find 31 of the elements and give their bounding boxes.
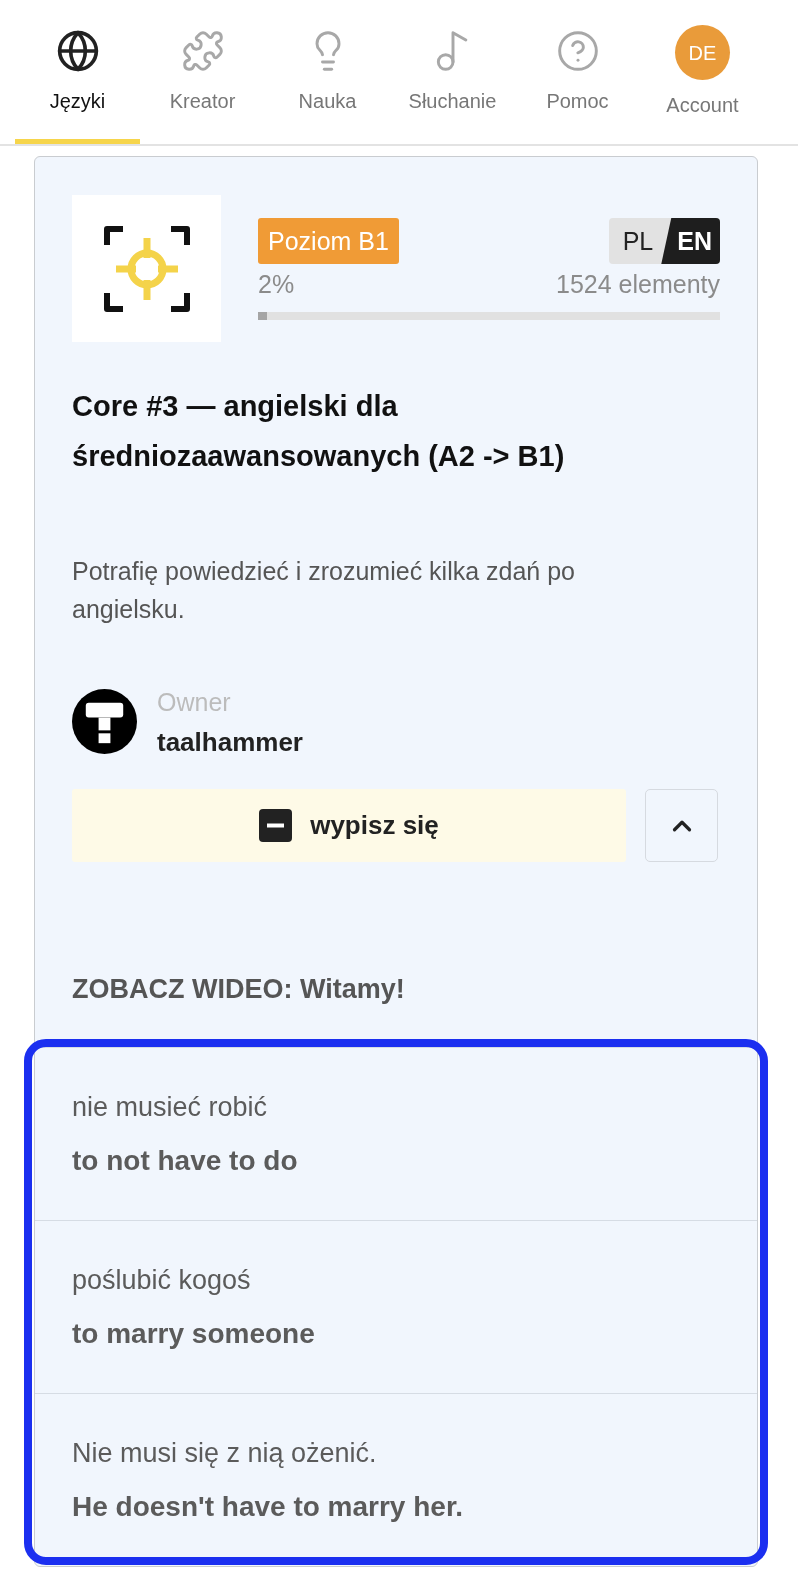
crosshair-icon bbox=[103, 225, 190, 312]
phrase-translation: He doesn't have to marry her. bbox=[72, 1490, 464, 1524]
owner-name: taalhammer bbox=[157, 728, 303, 756]
phrase-translation: to not have to do bbox=[72, 1144, 299, 1178]
minus-square-icon bbox=[259, 809, 293, 842]
nav-tab[interactable]: Słuchanie bbox=[390, 0, 515, 144]
help-icon bbox=[555, 29, 600, 73]
course-title: Core #3 — angielski dla średniozaawansowanych (A2 -> B1) bbox=[72, 389, 566, 474]
language-option[interactable]: EN bbox=[661, 218, 720, 264]
watch-video-link[interactable]: ZOBACZ WIDEO: Witamy! bbox=[72, 974, 405, 1004]
course-description: Potrafię powiedzieć i zrozumieć kilka zdań po angielsku. bbox=[72, 556, 576, 625]
nav-tab[interactable]: DE Account bbox=[640, 0, 765, 144]
globe-icon bbox=[55, 29, 100, 73]
nav-tab[interactable]: Pomoc bbox=[515, 0, 640, 144]
nav-tab[interactable]: Kreator bbox=[140, 0, 265, 144]
level-badge: Poziom B1 bbox=[258, 218, 399, 264]
item-count: 1524 elementy bbox=[556, 272, 720, 296]
language-option[interactable]: PL bbox=[608, 218, 664, 264]
account-avatar: DE bbox=[675, 25, 730, 80]
phrase-source: nie musieć robić bbox=[72, 1091, 269, 1123]
nav-tab[interactable]: Języki bbox=[15, 0, 140, 144]
nav-tab[interactable]: Nauka bbox=[265, 0, 390, 144]
phrase-translation: to marry someone bbox=[72, 1317, 316, 1351]
collapse-button[interactable] bbox=[645, 789, 718, 862]
progress-percent: 2% bbox=[258, 272, 295, 296]
phrase-source: poślubić kogoś bbox=[72, 1264, 252, 1296]
avatar-icon bbox=[72, 689, 137, 754]
puzzle-icon bbox=[180, 29, 225, 73]
phrase-source: Nie musi się z nią ożenić. bbox=[72, 1437, 378, 1469]
unsubscribe-button[interactable]: wypisz się bbox=[72, 789, 626, 862]
owner-label: Owner bbox=[157, 689, 232, 715]
